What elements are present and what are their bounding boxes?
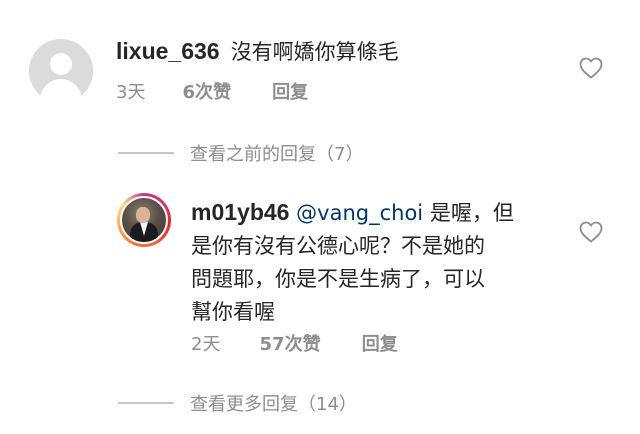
comment-text: 問題耶，你是不是生病了，可以 bbox=[191, 267, 485, 291]
comment-text: 沒有啊嬌你算條毛 bbox=[230, 40, 399, 64]
comment-username[interactable]: m01yb46 bbox=[191, 199, 289, 225]
comment-mention[interactable]: @vang_choi bbox=[296, 201, 423, 225]
avatar-story-ring[interactable] bbox=[117, 193, 171, 247]
comment-text: 幫你看喔 bbox=[191, 300, 275, 324]
view-previous-replies[interactable]: 查看之前的回复（7） bbox=[190, 140, 363, 166]
comment-time: 2天 bbox=[191, 334, 221, 355]
replies-divider bbox=[118, 152, 174, 154]
view-more-replies[interactable]: 查看更多回复（14） bbox=[190, 390, 357, 416]
comment-line: m01yb46 @vang_choi 是喔，但 bbox=[191, 196, 566, 230]
like-heart-icon[interactable] bbox=[579, 221, 603, 243]
avatar-body-shape bbox=[40, 79, 82, 103]
comment-text: 是喔，但 bbox=[429, 201, 514, 225]
reply-button[interactable]: 回复 bbox=[362, 334, 398, 355]
comment-meta: 2天 57次赞 回复 bbox=[191, 330, 398, 356]
comment-username[interactable]: lixue_636 bbox=[116, 38, 220, 64]
comment-meta: 3天 6次赞 回复 bbox=[116, 78, 308, 104]
avatar-head-shape bbox=[50, 53, 72, 75]
avatar-face-shape bbox=[136, 207, 150, 223]
comment-2: m01yb46 @vang_choi 是喔，但 是你有沒有公德心呢？不是她的 問… bbox=[191, 196, 566, 329]
avatar[interactable] bbox=[29, 39, 93, 103]
comment-1: lixue_636 沒有啊嬌你算條毛 bbox=[116, 36, 399, 69]
reply-button[interactable]: 回复 bbox=[272, 82, 308, 103]
comment-text: 是你有沒有公德心呢？不是她的 bbox=[191, 234, 485, 258]
replies-divider bbox=[118, 402, 174, 404]
comment-likes[interactable]: 6次赞 bbox=[183, 82, 232, 103]
comment-time: 3天 bbox=[116, 82, 146, 103]
like-heart-icon[interactable] bbox=[579, 57, 603, 79]
comment-likes[interactable]: 57次赞 bbox=[260, 334, 321, 355]
avatar bbox=[120, 196, 168, 244]
